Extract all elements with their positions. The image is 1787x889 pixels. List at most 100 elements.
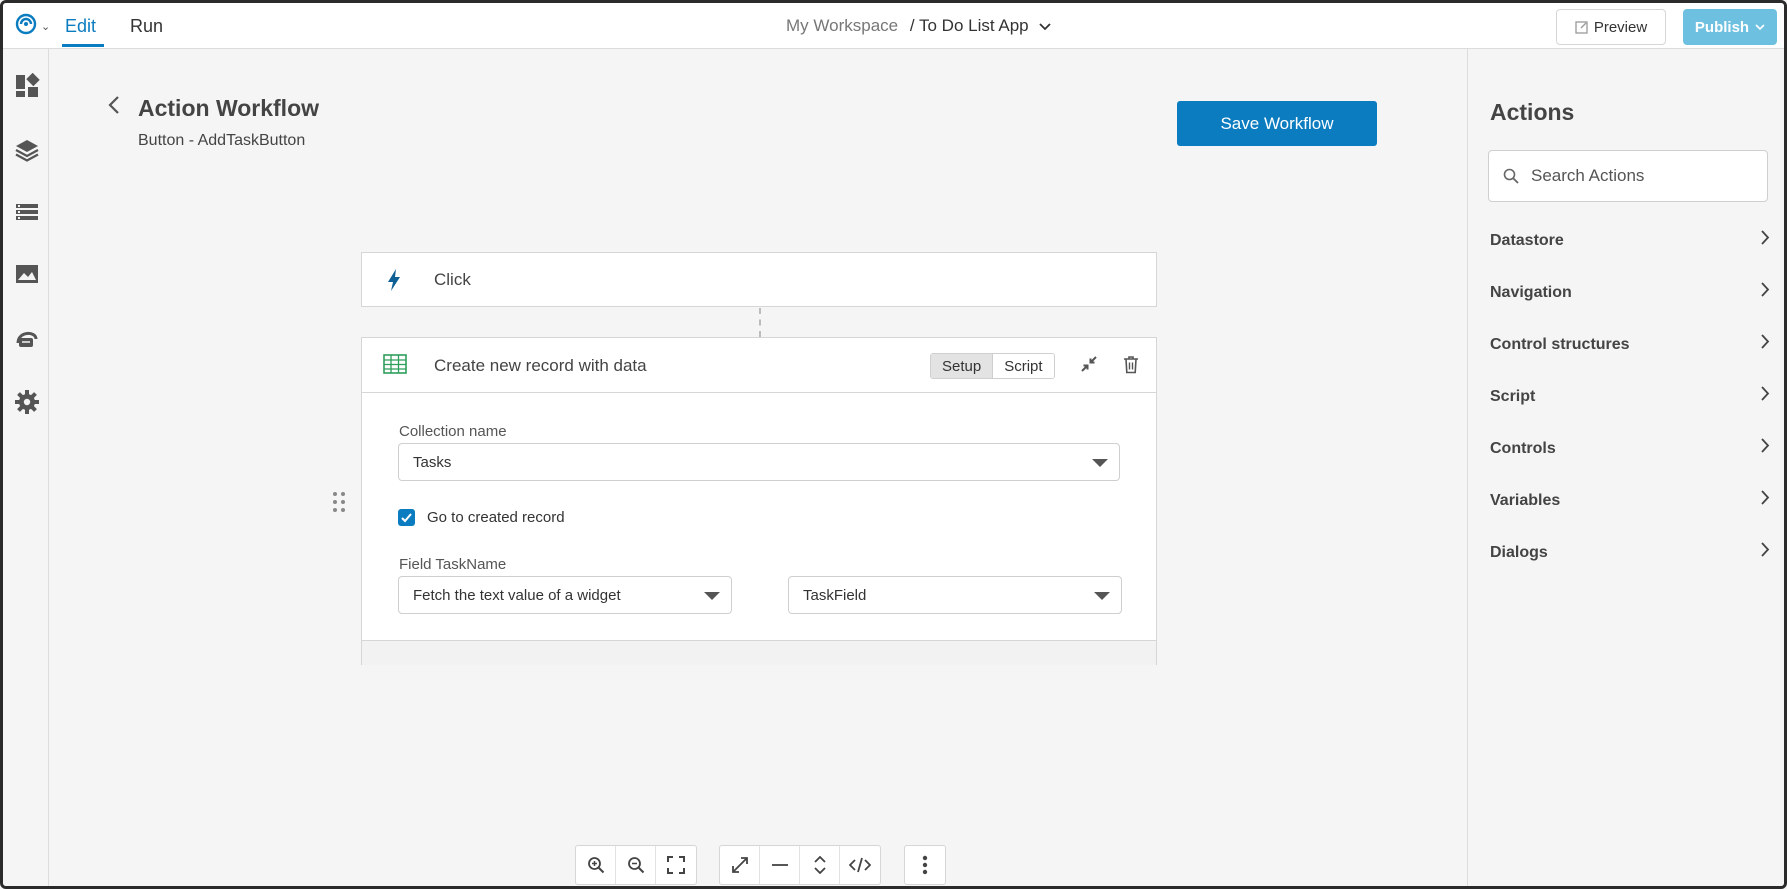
datastore-icon[interactable] bbox=[14, 199, 40, 225]
chevron-right-icon bbox=[1761, 386, 1770, 401]
go-to-created-label[interactable]: Go to created record bbox=[427, 509, 565, 526]
code-view-button[interactable] bbox=[840, 846, 880, 884]
page-subtitle: Button - AddTaskButton bbox=[138, 132, 306, 149]
breadcrumb-separator: / bbox=[909, 16, 915, 35]
collapse-icon[interactable] bbox=[1080, 355, 1098, 373]
back-chevron-icon[interactable] bbox=[107, 95, 121, 115]
app-logo-icon[interactable] bbox=[15, 13, 37, 35]
zoom-out-icon bbox=[627, 857, 644, 874]
publish-label: Publish bbox=[1694, 18, 1750, 36]
category-label: Controls bbox=[1490, 440, 1556, 457]
preview-icon bbox=[1575, 20, 1588, 34]
breadcrumb-workspace[interactable]: My Workspace bbox=[786, 16, 898, 35]
drag-handle-icon[interactable] bbox=[332, 491, 346, 513]
dropdown-arrow-icon bbox=[704, 592, 720, 600]
dropdown-arrow-icon bbox=[1092, 459, 1108, 467]
trash-icon[interactable] bbox=[1123, 355, 1139, 374]
app-window: ⌄ Edit Run My Workspace / To Do List App… bbox=[0, 0, 1787, 889]
minus-icon bbox=[771, 864, 788, 866]
code-icon bbox=[849, 857, 871, 873]
chevron-right-icon bbox=[1761, 438, 1770, 453]
app-switcher-chevron-icon[interactable] bbox=[1039, 23, 1051, 31]
field-taskname-label: Field TaskName bbox=[399, 556, 507, 573]
search-actions-box[interactable] bbox=[1488, 150, 1768, 202]
page-title: Action Workflow bbox=[138, 95, 320, 121]
actions-category-script[interactable]: Script bbox=[1490, 386, 1770, 418]
zoom-out-button[interactable] bbox=[616, 846, 656, 884]
trigger-label: Click bbox=[434, 270, 471, 289]
left-sidebar bbox=[3, 49, 49, 886]
category-label: Variables bbox=[1490, 492, 1561, 509]
go-to-created-checkbox[interactable] bbox=[398, 509, 415, 526]
more-options-button[interactable] bbox=[905, 846, 945, 884]
layout-toolbar bbox=[719, 845, 881, 885]
search-actions-input[interactable] bbox=[1531, 161, 1756, 191]
save-workflow-button[interactable]: Save Workflow bbox=[1177, 101, 1377, 146]
images-icon[interactable] bbox=[14, 261, 40, 287]
dropdown-arrow-icon bbox=[1094, 592, 1110, 600]
category-label: Control structures bbox=[1490, 336, 1630, 353]
action-card: Create new record with data Setup Script… bbox=[361, 337, 1157, 665]
actions-category-control-structures[interactable]: Control structures bbox=[1490, 334, 1770, 366]
fit-screen-icon bbox=[667, 856, 685, 874]
fit-screen-button[interactable] bbox=[656, 846, 696, 884]
unfold-icon bbox=[813, 856, 826, 874]
preview-label: Preview bbox=[1593, 18, 1648, 36]
setup-script-toggle: Setup Script bbox=[930, 353, 1055, 379]
action-card-header[interactable]: Create new record with data Setup Script bbox=[362, 338, 1156, 393]
chevron-right-icon bbox=[1761, 230, 1770, 245]
layers-icon[interactable] bbox=[14, 137, 40, 163]
actions-category-datastore[interactable]: Datastore bbox=[1490, 230, 1770, 262]
actions-panel-title: Actions bbox=[1490, 99, 1575, 125]
zoom-in-icon bbox=[587, 857, 604, 874]
chevron-right-icon bbox=[1761, 282, 1770, 297]
actions-category-variables[interactable]: Variables bbox=[1490, 490, 1770, 522]
field-source-value: Fetch the text value of a widget bbox=[413, 587, 621, 604]
chevron-right-icon bbox=[1761, 542, 1770, 557]
tab-edit[interactable]: Edit bbox=[65, 16, 96, 37]
field-widget-select[interactable]: TaskField bbox=[788, 576, 1122, 614]
collapse-all-button[interactable] bbox=[760, 846, 800, 884]
settings-icon[interactable] bbox=[14, 389, 40, 415]
preview-button[interactable]: Preview bbox=[1556, 9, 1666, 45]
category-label: Script bbox=[1490, 388, 1536, 405]
actions-category-dialogs[interactable]: Dialogs bbox=[1490, 542, 1770, 574]
breadcrumb: My Workspace / To Do List App bbox=[786, 16, 1051, 36]
zoom-toolbar bbox=[575, 845, 697, 885]
action-label: Create new record with data bbox=[434, 356, 647, 375]
more-vertical-icon bbox=[922, 855, 928, 875]
workflow-connector bbox=[759, 308, 761, 337]
category-label: Datastore bbox=[1490, 232, 1564, 249]
actions-panel: Actions Datastore Navigation Control str… bbox=[1467, 49, 1784, 886]
chevron-right-icon bbox=[1761, 490, 1770, 505]
collection-name-select[interactable]: Tasks bbox=[398, 443, 1120, 481]
action-card-footer bbox=[362, 640, 1156, 665]
zoom-in-button[interactable] bbox=[576, 846, 616, 884]
field-source-select[interactable]: Fetch the text value of a widget bbox=[398, 576, 732, 614]
tab-run[interactable]: Run bbox=[130, 16, 163, 37]
chevron-right-icon bbox=[1761, 334, 1770, 349]
tab-setup[interactable]: Setup bbox=[931, 354, 993, 378]
actions-category-navigation[interactable]: Navigation bbox=[1490, 282, 1770, 314]
more-toolbar bbox=[904, 845, 946, 885]
active-tab-indicator bbox=[62, 44, 104, 47]
expand-button[interactable] bbox=[720, 846, 760, 884]
api-icon[interactable] bbox=[14, 325, 40, 351]
logo-menu-chevron-icon[interactable]: ⌄ bbox=[41, 20, 50, 33]
actions-category-controls[interactable]: Controls bbox=[1490, 438, 1770, 470]
trigger-card[interactable]: Click bbox=[361, 252, 1157, 307]
breadcrumb-app[interactable]: To Do List App bbox=[919, 16, 1029, 35]
tab-script[interactable]: Script bbox=[992, 354, 1054, 378]
chevron-down-icon bbox=[1755, 23, 1765, 30]
search-icon bbox=[1503, 168, 1519, 184]
top-bar: ⌄ Edit Run My Workspace / To Do List App… bbox=[3, 3, 1784, 49]
checkmark-icon bbox=[401, 513, 412, 523]
publish-button[interactable]: Publish bbox=[1683, 9, 1777, 45]
widgets-icon[interactable] bbox=[14, 73, 40, 99]
category-label: Navigation bbox=[1490, 284, 1572, 301]
expand-icon bbox=[731, 857, 748, 873]
collection-name-value: Tasks bbox=[413, 454, 452, 471]
expand-vertical-button[interactable] bbox=[800, 846, 840, 884]
category-label: Dialogs bbox=[1490, 544, 1548, 561]
field-widget-value: TaskField bbox=[803, 587, 867, 604]
